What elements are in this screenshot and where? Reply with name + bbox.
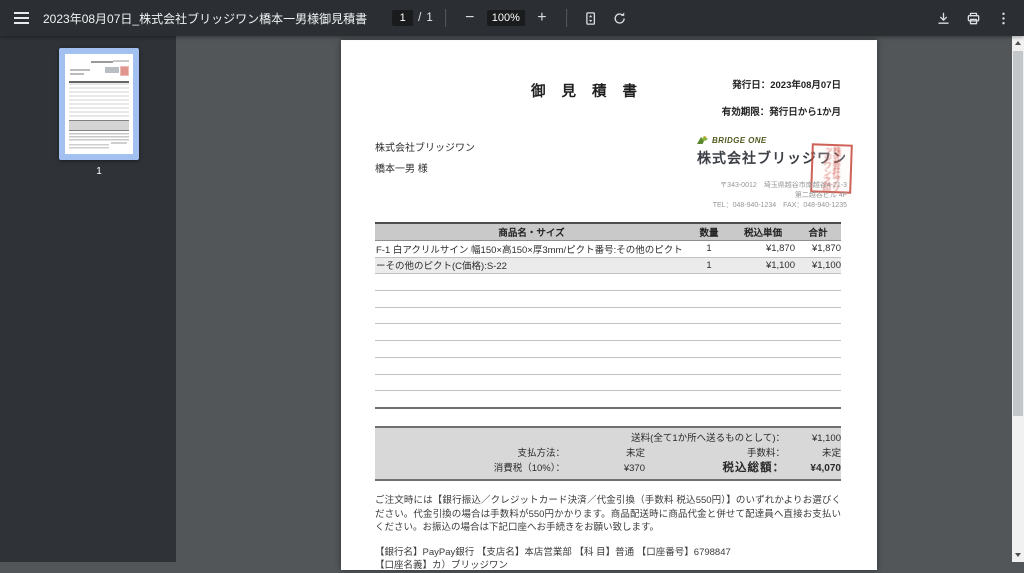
recipient-block: 株式会社ブリッジワン 橋本一男 様 [375,138,475,180]
recipient-company: 株式会社ブリッジワン [375,143,475,154]
issue-date: 発行日：2023年08月07日 [732,80,841,91]
item-total: ¥1,100 [811,259,841,271]
table-header-row: 商品名・サイズ 数量 税込単価 合計 [375,224,841,241]
tax-value: ¥370 [623,463,645,474]
rotate-ccw-icon[interactable] [608,5,632,31]
items-table: 商品名・サイズ 数量 税込単価 合計 F-1 白アクリルサイン 幅150×高15… [375,222,841,409]
page-thumbnail[interactable] [59,48,139,160]
vendor-block: BRIDGE ONE 株式会社ブリッジワン 株式会社ブリッジワン之印 〒343-… [697,135,853,211]
empty-row [375,324,841,341]
zoom-out-button[interactable]: − [458,5,482,31]
summary-box: 送料(全て1か所へ送るものとして)： ¥1,100 支払方法： 未定 手数料： … [375,426,841,481]
item-qty: 1 [706,259,712,271]
fee-label: 手数料： [746,448,785,459]
empty-row [375,291,841,308]
zoom-level-input[interactable]: 100% [486,10,525,26]
document-title: 2023年08月07日_株式会社ブリッジワン橋本一男様御見積書 [43,11,368,26]
empty-row [375,358,841,375]
empty-row [375,391,841,409]
scroll-up-arrow[interactable] [1012,36,1024,50]
item-total: ¥1,870 [811,243,841,255]
payment-notes: ご注文時には【銀行振込／クレジットカード決済／代金引換（手数料 税込550円）】… [375,495,841,533]
page-total: 1 [426,12,433,24]
validity-period: 有効期限：発行日から1か月 [721,107,841,118]
empty-row [375,341,841,358]
shipping-value: ¥1,100 [811,433,841,444]
empty-row [375,375,841,392]
item-name: ーその他のピクト(C価格):S-22 [376,261,507,273]
scrollbar-thumb[interactable] [1013,51,1023,416]
thumbnail-page-number: 1 [96,166,102,177]
item-unit-price: ¥1,100 [765,259,795,271]
scroll-down-arrow[interactable] [1012,548,1024,562]
empty-row [375,274,841,291]
toolbar-divider [565,9,567,27]
zoom-in-button[interactable]: + [530,5,554,31]
header-quantity: 数量 [699,228,719,239]
toolbar-right-controls [932,5,1014,31]
header-total: 合計 [808,228,828,239]
thumbnail-sidebar: 1 [0,36,176,562]
vendor-brand-text: BRIDGE ONE [712,135,767,145]
vertical-scrollbar[interactable] [1012,36,1024,562]
item-unit-price: ¥1,870 [765,243,795,255]
thumbnail-preview [65,54,133,154]
vendor-address: 〒343-0012 埼玉県越谷市南越谷4-21-3 第二越谷ビル 4F TEL：… [712,182,847,209]
bridge-one-logo-icon [697,135,708,144]
page-separator: / [418,12,422,24]
bank-info-line2: 【口座名義】カ）ブリッジワン [375,560,509,571]
bank-info-line1: 【銀行名】PayPay銀行 【支店名】本店営業部 【科 目】普通 【口座番号】6… [375,546,731,558]
recipient-name: 橋本一男 様 [375,164,428,175]
shipping-label: 送料(全て1か所へ送るものとして)： [631,433,785,444]
download-icon[interactable] [932,5,954,31]
grand-total-value: ¥4,070 [810,463,841,474]
pdf-page: 御 見 積 書 発行日：2023年08月07日 有効期限：発行日から1か月 株式… [341,40,877,573]
empty-row [375,308,841,325]
more-vertical-icon[interactable] [992,5,1014,31]
toolbar-divider [444,9,446,27]
fit-page-icon[interactable] [579,5,603,31]
print-icon[interactable] [962,5,984,31]
item-name: F-1 白アクリルサイン 幅150×高150×厚3mm/ピクト番号:その他のピク… [376,244,683,256]
payment-method-label: 支払方法： [517,448,565,459]
menu-icon[interactable] [4,0,38,36]
grand-total-label: 税込総額： [722,462,785,474]
pdf-toolbar: 2023年08月07日_株式会社ブリッジワン橋本一男様御見積書 1 / 1 − … [0,0,1024,36]
thumbnail-stamp [120,66,129,76]
tax-label: 消費税（10%）： [493,463,565,474]
toolbar-center-controls: 1 / 1 − 100% + [392,5,632,31]
header-item-name: 商品名・サイズ [498,228,565,239]
item-qty: 1 [706,243,712,255]
page-number-input[interactable]: 1 [392,10,414,26]
header-unit-price: 税込単価 [743,228,782,239]
estimate-document: 御 見 積 書 発行日：2023年08月07日 有効期限：発行日から1か月 株式… [341,40,877,573]
item-row: F-1 白アクリルサイン 幅150×高150×厚3mm/ピクト番号:その他のピク… [375,241,841,258]
payment-method-value: 未定 [625,448,645,459]
table-body: F-1 白アクリルサイン 幅150×高150×厚3mm/ピクト番号:その他のピク… [375,241,841,409]
fee-value: 未定 [821,448,841,459]
bank-info: 【銀行名】PayPay銀行 【支店名】本店営業部 【科 目】普通 【口座番号】6… [375,546,841,573]
item-row: ーその他のピクト(C価格):S-22 1 ¥1,100 ¥1,100 [375,257,841,274]
